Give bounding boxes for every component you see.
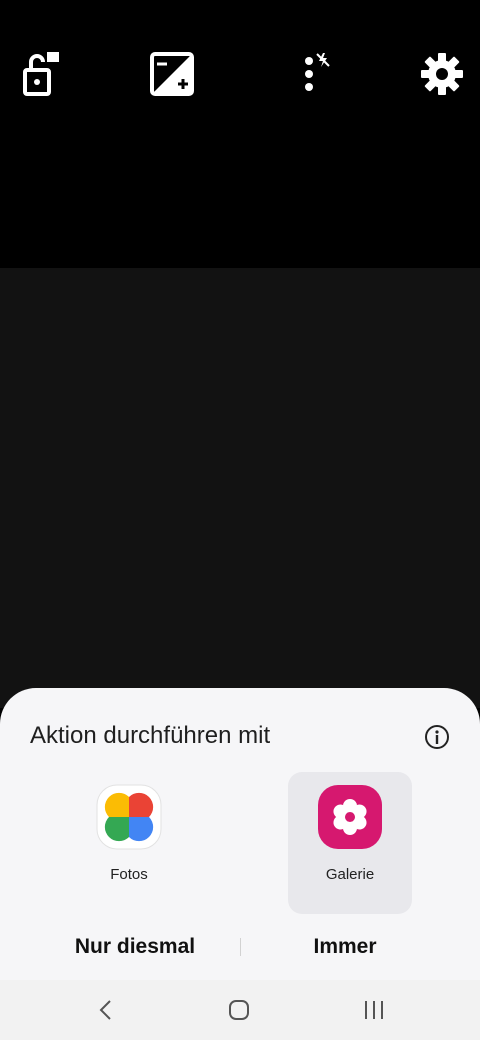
home-icon[interactable]: [211, 990, 267, 1030]
camera-top-bar: [0, 0, 480, 268]
camera-lock-icon[interactable]: [14, 48, 66, 100]
app-label-galerie: Galerie: [325, 866, 375, 883]
google-photos-icon: [96, 784, 162, 850]
just-once-button[interactable]: Nur diesmal: [40, 924, 230, 970]
app-label-fotos: Fotos: [110, 866, 148, 883]
info-icon[interactable]: [424, 724, 450, 750]
sheet-title: Aktion durchführen mit: [30, 722, 271, 749]
more-flash-off-icon[interactable]: [284, 48, 336, 100]
back-icon[interactable]: [78, 990, 134, 1030]
always-button[interactable]: Immer: [250, 924, 440, 970]
gallery-flower-icon: [317, 784, 383, 850]
gear-icon[interactable]: [416, 48, 468, 100]
app-option-fotos[interactable]: Fotos: [67, 772, 191, 914]
recents-icon[interactable]: [346, 990, 402, 1030]
app-option-galerie[interactable]: Galerie: [288, 772, 412, 914]
navigation-bar: [0, 980, 480, 1040]
app-chooser-sheet: Aktion durchführen mit Fotos Galerie Nur…: [0, 688, 480, 980]
camera-viewfinder[interactable]: [0, 268, 480, 708]
exposure-icon[interactable]: [146, 48, 198, 100]
button-divider: [240, 938, 241, 956]
